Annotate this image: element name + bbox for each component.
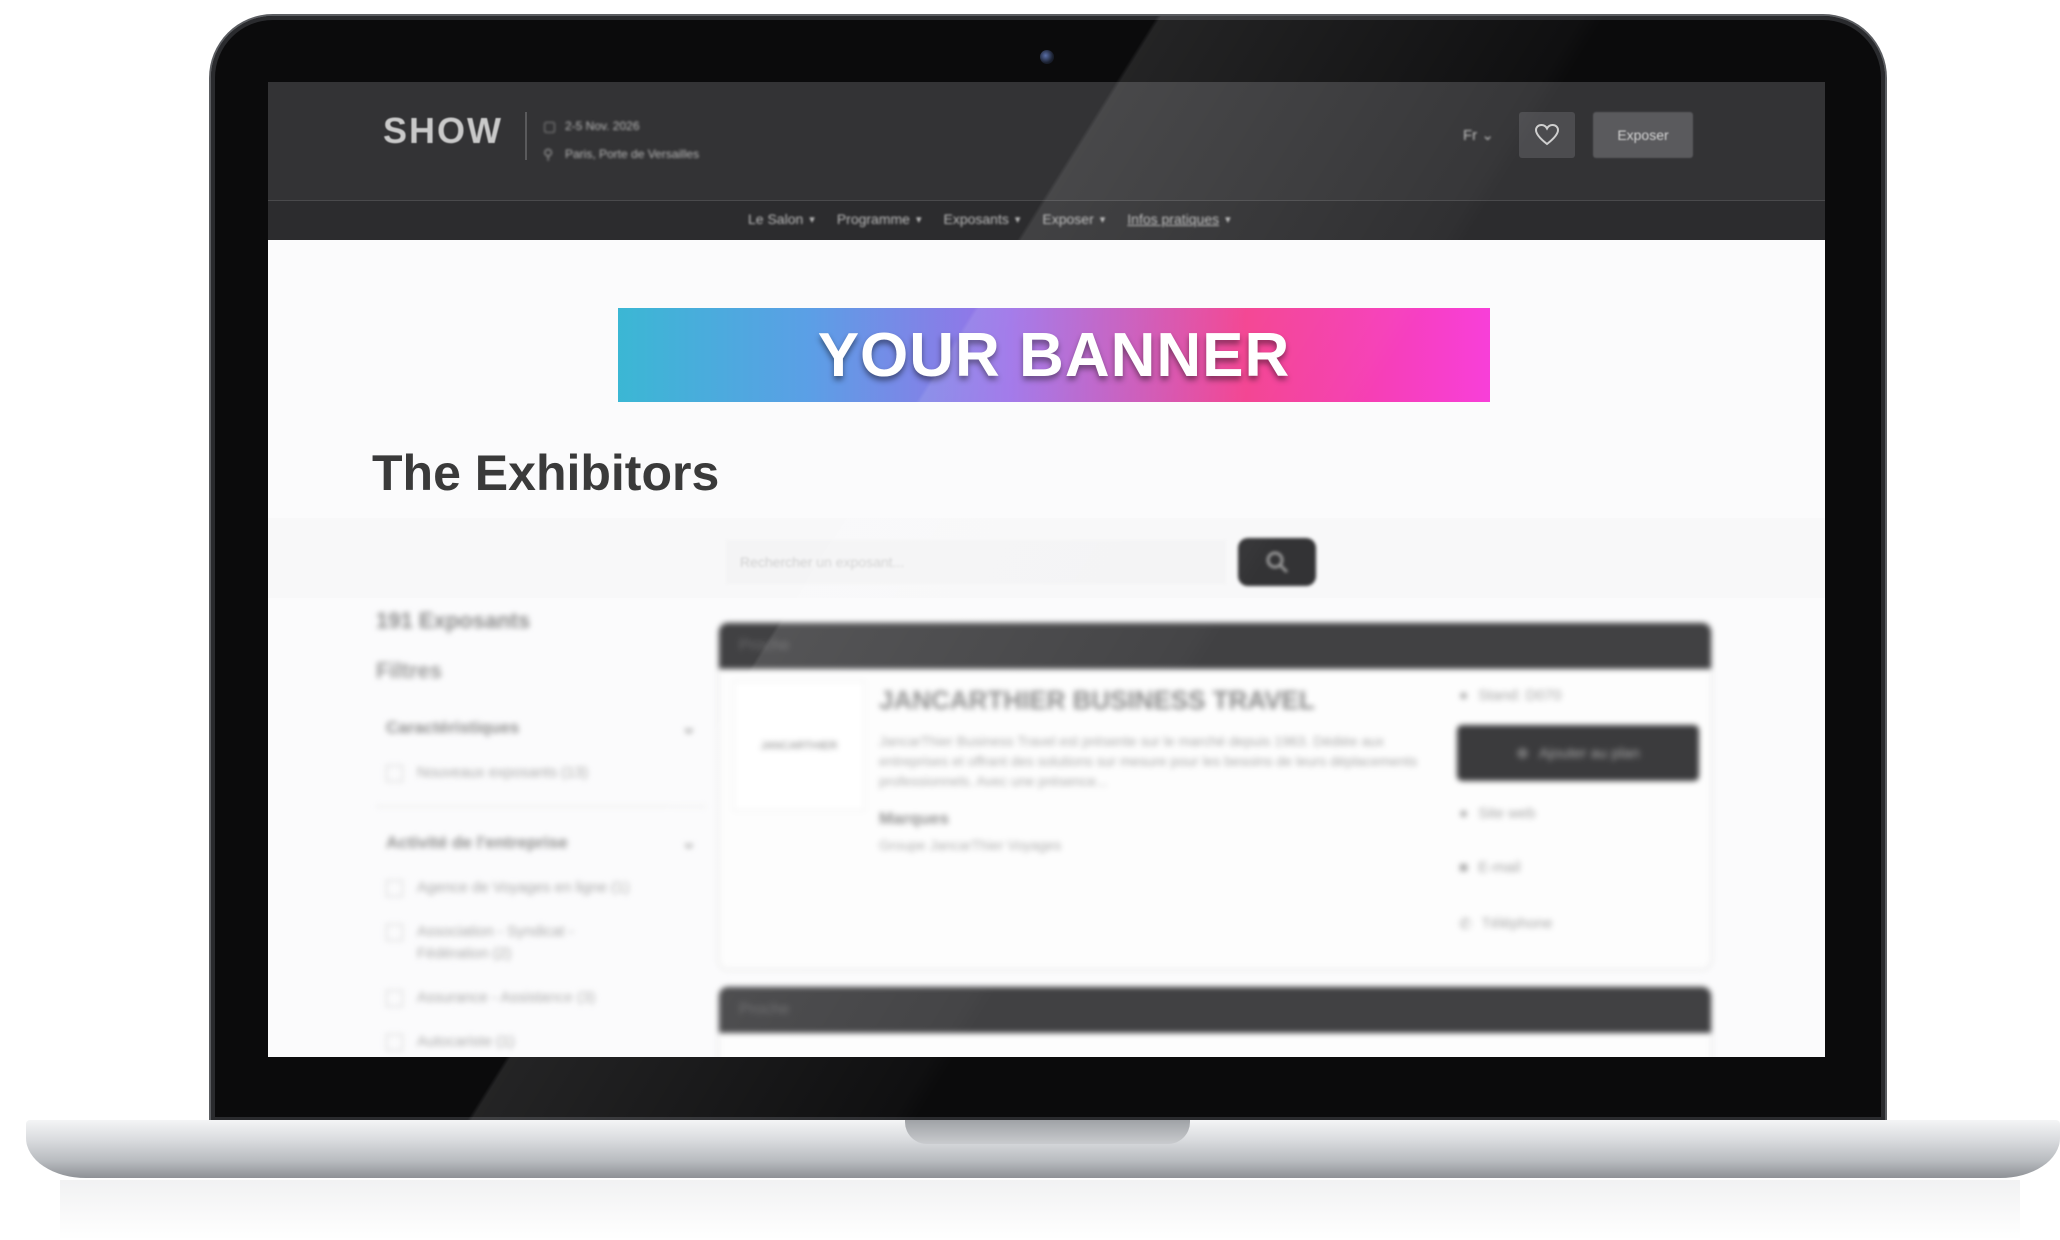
filter-option-label: Association - Syndicat - Fédération (2) — [417, 923, 574, 962]
nav-item-infos-pratiques[interactable]: Infos pratiques ▾ — [1127, 211, 1230, 227]
filter-option[interactable]: Association - Syndicat - Fédération (2) — [386, 921, 706, 965]
card-header: Proche — [719, 987, 1711, 1033]
brands-value: Groupe JancarThier Voyages — [879, 837, 1062, 853]
filter-option[interactable]: Autocariste (1) — [386, 1031, 706, 1053]
chevron-down-icon: ▾ — [1099, 213, 1106, 226]
checkbox[interactable] — [386, 1034, 403, 1051]
banner-text: YOUR BANNER — [817, 320, 1291, 390]
nav-item-label: Exposants — [943, 211, 1009, 227]
exhibitor-card[interactable]: Proche JANCARTHIER JANCARTHIER BUSINESS … — [718, 622, 1712, 970]
table-reflection — [60, 1180, 2020, 1240]
chevron-down-icon: ▾ — [1225, 213, 1231, 226]
plus-icon: ⊕ — [1516, 745, 1529, 762]
website-link[interactable]: ● Site web — [1459, 805, 1536, 822]
main-nav: Le Salon ▾ Programme ▾ Exposants ▾ Expos… — [268, 200, 1825, 241]
phone-label: Téléphone — [1481, 915, 1553, 932]
nav-item-label: Infos pratiques — [1127, 211, 1220, 227]
filter-option-label: Assurance - Assistance (3) — [417, 989, 596, 1006]
checkbox[interactable] — [386, 765, 403, 782]
event-date: 2-5 Nov. 2026 — [565, 119, 640, 133]
chevron-down-icon: ▾ — [1014, 213, 1021, 226]
nav-item-exposer[interactable]: Exposer ▾ — [1042, 211, 1105, 227]
filter-option-label: Agence de Voyages en ligne (1) — [417, 879, 630, 896]
location-pin-icon: ⚲ — [543, 145, 554, 162]
event-info: ▢ 2-5 Nov. 2026 ⚲ Paris, Porte de Versai… — [543, 112, 699, 168]
chevron-down-icon: ▾ — [809, 213, 815, 226]
nav-item-le-salon[interactable]: Le Salon ▾ — [748, 211, 815, 227]
exhibitor-count: 191 Exposants — [376, 608, 531, 633]
filter-group-title: Caractéristiques — [386, 718, 520, 737]
camera-icon — [1040, 50, 1054, 64]
location-pin-icon: ● — [1459, 687, 1469, 704]
chevron-down-icon: ▾ — [915, 213, 922, 226]
language-label: Fr — [1463, 127, 1478, 144]
page-content: YOUR BANNER The Exhibitors 191 Exposants… — [268, 240, 1825, 1057]
checkbox[interactable] — [386, 990, 403, 1007]
mail-icon: ■ — [1459, 859, 1469, 876]
brands-label: Marques — [879, 809, 949, 828]
chevron-down-icon: ⌄ — [681, 833, 696, 852]
chevron-down-icon: ⌄ — [1481, 127, 1494, 144]
add-to-plan-button[interactable]: ⊕ Ajouter au plan — [1457, 725, 1699, 781]
logo-divider — [525, 112, 527, 160]
stand-label: Stand: D070 — [1478, 687, 1562, 704]
phone-link[interactable]: ✆ Téléphone — [1459, 915, 1552, 933]
site-header: SHOW ▢ 2-5 Nov. 2026 ⚲ Paris, Porte de V… — [268, 82, 1825, 200]
nav-item-label: Le Salon — [748, 211, 804, 227]
phone-icon: ✆ — [1459, 916, 1472, 933]
chevron-down-icon: ⌄ — [681, 718, 696, 737]
event-place: Paris, Porte de Versailles — [565, 147, 700, 161]
nav-item-label: Exposer — [1042, 211, 1094, 227]
add-to-plan-label: Ajouter au plan — [1538, 744, 1640, 762]
calendar-icon: ▢ — [543, 117, 557, 134]
site-logo[interactable]: SHOW — [383, 110, 503, 152]
card-header: Proche — [719, 623, 1711, 669]
exhibitor-card[interactable]: Proche — [718, 986, 1712, 1057]
search-icon — [1266, 551, 1289, 574]
filter-option-label: Autocariste (1) — [417, 1033, 515, 1050]
exhibitor-name[interactable]: JANCARTHIER BUSINESS TRAVEL — [879, 685, 1315, 716]
filter-group-header[interactable]: Activité de l'entreprise ⌄ — [376, 833, 706, 853]
website-label: Site web — [1478, 805, 1536, 822]
nav-item-exposants[interactable]: Exposants ▾ — [943, 211, 1020, 227]
filter-sidebar: 191 Exposants Filtres Caractéristiques ⌄… — [376, 608, 706, 1057]
favorites-button[interactable] — [1519, 112, 1575, 158]
email-label: E-mail — [1478, 859, 1521, 876]
search-input[interactable] — [726, 540, 1226, 584]
exhibitor-logo: JANCARTHIER — [733, 681, 865, 811]
laptop-notch — [905, 1120, 1190, 1144]
filter-option[interactable]: Agence de Voyages en ligne (1) — [386, 877, 706, 899]
globe-icon: ● — [1459, 805, 1469, 822]
checkbox[interactable] — [386, 880, 403, 897]
exhibitor-description: JancarThier Business Travel est présente… — [879, 733, 1418, 789]
page-title: The Exhibitors — [372, 445, 720, 501]
stand-info: ● Stand: D070 — [1459, 687, 1561, 704]
language-selector[interactable]: Fr ⌄ — [1463, 126, 1494, 144]
filter-option-label: Nouveaux exposants (13) — [417, 764, 588, 781]
filter-group-header[interactable]: Caractéristiques ⌄ — [376, 718, 706, 738]
filter-option[interactable]: Nouveaux exposants (13) — [386, 762, 706, 784]
heart-icon — [1534, 123, 1560, 146]
promo-banner[interactable]: YOUR BANNER — [618, 308, 1490, 402]
search-button[interactable] — [1238, 538, 1316, 586]
filters-heading: Filtres — [376, 658, 443, 683]
screen: SHOW ▢ 2-5 Nov. 2026 ⚲ Paris, Porte de V… — [268, 82, 1825, 1057]
filter-group-title: Activité de l'entreprise — [386, 833, 568, 852]
nav-item-label: Programme — [836, 211, 910, 227]
nav-item-programme[interactable]: Programme ▾ — [837, 211, 922, 227]
divider — [376, 806, 706, 807]
expose-button[interactable]: Exposer — [1593, 112, 1693, 158]
filter-option[interactable]: Assurance - Assistance (3) — [386, 987, 706, 1009]
email-link[interactable]: ■ E-mail — [1459, 859, 1521, 876]
checkbox[interactable] — [386, 924, 403, 941]
